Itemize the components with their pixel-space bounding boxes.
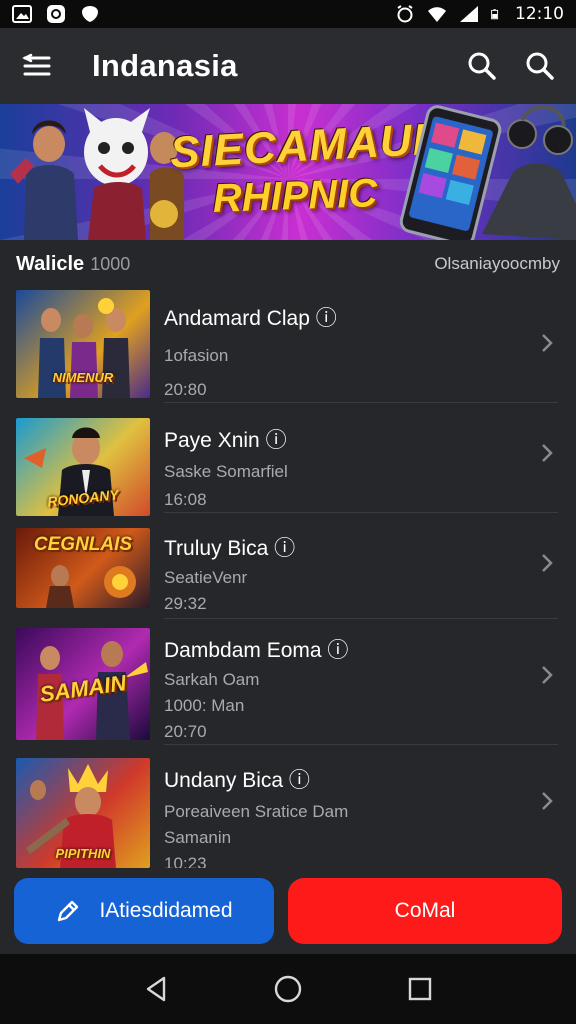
divider: [164, 744, 558, 745]
item-thumbnail: NIMENUR: [16, 290, 150, 398]
item-time: 29:32: [164, 594, 207, 613]
banner-heroes-art: [10, 108, 184, 240]
divider: [164, 512, 558, 513]
section-count: 1000: [90, 253, 131, 274]
item-text: Paye Xnin ⓘ Saske Somarfiel 16:08: [164, 424, 288, 510]
signal-icon: [460, 6, 478, 22]
item-text: Truluy Bica ⓘ SeatieVenr 29:32: [164, 532, 295, 614]
banner-phone-art: [399, 105, 576, 240]
primary-action-label: IAtiesdidamed: [99, 899, 233, 922]
chevron-right-icon: [542, 444, 553, 462]
menu-icon: [22, 53, 51, 76]
system-nav-bar: [0, 954, 576, 1024]
thumbnail-title: NIMENUR: [52, 370, 114, 385]
item-subtitle: Sarkah Oam: [164, 670, 260, 689]
item-text: Andamard Clap ⓘ 1ofasion 20:80: [164, 302, 337, 400]
item-title: Undany Bica ⓘ: [164, 769, 310, 792]
banner-line-1: SIECAMAUK: [168, 114, 447, 178]
item-time: 20:70: [164, 722, 207, 741]
item-text: Dambdam Eoma ⓘ Sarkah Oam 1000: Man 20:7…: [164, 634, 348, 742]
item-title: Dambdam Eoma ⓘ: [164, 639, 349, 662]
item-time: 16:08: [164, 490, 207, 509]
action-bar: IAtiesdidamed CoMal: [0, 868, 576, 954]
wifi-icon: [428, 7, 446, 22]
item-extra: Samanin: [164, 828, 232, 847]
item-thumbnail: SAMAIN: [16, 628, 150, 740]
item-title: Paye Xnin ⓘ: [164, 429, 287, 452]
gallery-icon: [12, 5, 32, 23]
list-item[interactable]: CEGNLAIS Truluy Bica ⓘ SeatieVenr 29:32: [0, 528, 576, 613]
danger-action-label: CoMal: [394, 899, 456, 922]
item-time: 20:80: [164, 380, 207, 399]
battery-icon: [491, 9, 499, 20]
recents-icon[interactable]: [404, 973, 436, 1005]
list-item[interactable]: NIMENUR Andamard Clap ⓘ 1ofasion 20:80: [0, 290, 576, 400]
status-time: 12:10: [515, 4, 564, 24]
app-notification-icon: [47, 5, 65, 23]
menu-button[interactable]: [20, 49, 54, 83]
item-text: Undany Bica ⓘ Poreaiveen Sratice Dam Sam…: [164, 764, 348, 874]
banner-line-2: RHIPNIC: [212, 171, 378, 221]
chevron-right-icon: [542, 334, 553, 352]
alarm-icon: [397, 5, 413, 23]
app-bar: Indanasia: [0, 28, 576, 104]
section-title: Walicle: [16, 252, 85, 275]
back-icon[interactable]: [140, 973, 172, 1005]
search-icon[interactable]: [466, 50, 498, 82]
shield-icon: [82, 6, 98, 22]
item-subtitle: SeatieVenr: [164, 568, 248, 587]
section-see-all-link[interactable]: Olsaniayoocmby: [434, 254, 560, 274]
divider: [164, 402, 558, 403]
app-title: Indanasia: [92, 48, 238, 83]
thumbnail-title: PIPITHIN: [55, 846, 111, 861]
thumbnail-title: CEGNLAIS: [33, 534, 133, 555]
list-item[interactable]: PIPITHIN Undany Bica ⓘ Poreaiveen Sratic…: [0, 758, 576, 873]
list-item[interactable]: RONOANY Paye Xnin ⓘ Saske Somarfiel 16:0…: [0, 418, 576, 516]
item-thumbnail: RONOANY: [16, 418, 150, 516]
section-header: Walicle 1000 Olsaniayoocmby: [0, 244, 576, 284]
promo-banner[interactable]: SIECAMAUK RHIPNIC: [0, 104, 576, 240]
primary-action-button[interactable]: IAtiesdidamed: [14, 878, 274, 944]
pencil-icon: [58, 900, 79, 922]
item-subtitle: Saske Somarfiel: [164, 462, 288, 481]
item-thumbnail: PIPITHIN: [16, 758, 150, 868]
item-thumbnail: CEGNLAIS: [16, 528, 150, 608]
item-title: Andamard Clap ⓘ: [164, 307, 337, 330]
danger-action-button[interactable]: CoMal: [288, 878, 562, 944]
chevron-right-icon: [542, 554, 553, 572]
chevron-right-icon: [542, 666, 553, 684]
home-icon[interactable]: [272, 973, 304, 1005]
item-extra: 1000: Man: [164, 696, 245, 715]
status-bar: 12:10: [0, 0, 576, 28]
list-item[interactable]: SAMAIN Dambdam Eoma ⓘ Sarkah Oam 1000: M…: [0, 628, 576, 742]
item-title: Truluy Bica ⓘ: [164, 537, 296, 560]
banner-headline: SIECAMAUK RHIPNIC: [169, 114, 447, 221]
chevron-right-icon: [542, 792, 553, 810]
divider: [164, 618, 558, 619]
item-subtitle: 1ofasion: [164, 346, 229, 365]
item-subtitle: Poreaiveen Sratice Dam: [164, 802, 349, 821]
search-alt-icon[interactable]: [524, 50, 556, 82]
